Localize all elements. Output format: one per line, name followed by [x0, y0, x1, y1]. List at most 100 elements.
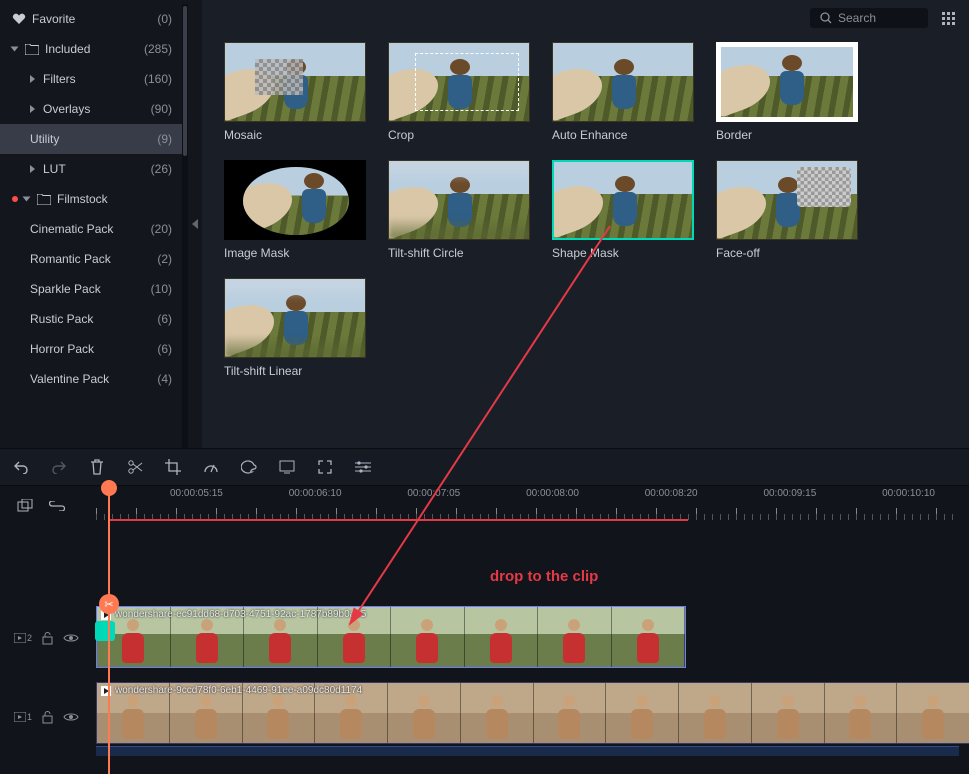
sidebar: Favorite (0) Included (285) Filters [0, 0, 188, 448]
sidebar-label: Filters [43, 72, 76, 86]
sidebar-item-favorite[interactable]: Favorite (0) [0, 4, 182, 34]
sidebar-scrollbar[interactable] [182, 4, 188, 448]
sidebar-item-pack[interactable]: Horror Pack (6) [0, 334, 182, 364]
sidebar-label: Sparkle Pack [30, 282, 101, 296]
sidebar-item-pack[interactable]: Romantic Pack (2) [0, 244, 182, 274]
gallery-item-mosaic[interactable]: Mosaic [224, 42, 366, 142]
gallery-label: Face-off [716, 246, 858, 260]
ruler-label: 00:00:08:00 [526, 488, 579, 499]
gallery-item-tilt-circle[interactable]: Tilt-shift Circle [388, 160, 530, 260]
add-marker-button[interactable] [16, 497, 34, 515]
timeline-ruler[interactable]: 00:00:05:15 00:00:06:10 00:00:07:05 00:0… [96, 486, 969, 526]
gallery-item-border[interactable]: Border [716, 42, 858, 142]
sidebar-item-lut[interactable]: LUT (26) [0, 154, 182, 184]
undo-icon [13, 460, 29, 474]
gallery-item-shape-mask[interactable]: Shape Mask [552, 160, 694, 260]
ruler-label: 00:00:09:15 [763, 488, 816, 499]
speed-button[interactable] [202, 458, 220, 476]
eye-icon[interactable] [63, 712, 79, 722]
gallery-item-tilt-linear[interactable]: Tilt-shift Linear [224, 278, 366, 378]
color-button[interactable] [240, 458, 258, 476]
playhead-knob[interactable] [101, 480, 117, 496]
gallery-thumb[interactable] [224, 42, 366, 122]
adjust-button[interactable] [354, 458, 372, 476]
sidebar-label: Horror Pack [30, 342, 94, 356]
playhead[interactable]: ✂ [108, 486, 110, 774]
search-icon [820, 12, 832, 24]
track-video-icon: 2 [14, 633, 32, 643]
folder-icon [37, 194, 51, 205]
sidebar-label: Cinematic Pack [30, 222, 113, 236]
sidebar-item-overlays[interactable]: Overlays (90) [0, 94, 182, 124]
track-header-2: 2 [0, 632, 96, 645]
gallery-thumb[interactable] [552, 42, 694, 122]
undo-button[interactable] [12, 458, 30, 476]
sidebar-item-filmstock[interactable]: Filmstock [0, 184, 182, 214]
chevron-left-icon [192, 219, 198, 229]
gallery-thumb[interactable] [716, 42, 858, 122]
sidebar-label: Included [45, 42, 90, 56]
track-id: 2 [27, 633, 32, 643]
sidebar-label: Romantic Pack [30, 252, 111, 266]
sidebar-count: (4) [157, 372, 172, 386]
gallery-thumb[interactable] [552, 160, 694, 240]
sidebar-item-included[interactable]: Included (285) [0, 34, 182, 64]
sidebar-count: (285) [144, 42, 172, 56]
gallery-item-image-mask[interactable]: Image Mask [224, 160, 366, 260]
sidebar-count: (9) [157, 132, 172, 146]
eye-icon[interactable] [63, 633, 79, 643]
gallery-label: Crop [388, 128, 530, 142]
gallery-thumb[interactable] [224, 160, 366, 240]
timeline-toolbar [0, 448, 969, 486]
track-header-1: 1 [0, 711, 96, 724]
playhead-scissors-icon[interactable]: ✂ [99, 594, 119, 614]
sidebar-item-utility[interactable]: Utility (9) [0, 124, 182, 154]
gallery-thumb[interactable] [224, 278, 366, 358]
sidebar-count: (2) [157, 252, 172, 266]
sidebar-item-pack[interactable]: Valentine Pack (4) [0, 364, 182, 394]
gallery-thumb[interactable] [388, 160, 530, 240]
gauge-icon [203, 460, 219, 474]
delete-button[interactable] [88, 458, 106, 476]
sidebar-label: Utility [30, 132, 59, 146]
timeline-clip-1[interactable]: wondershare-ec91dd68-d703-4751-92ac-1787… [96, 606, 686, 668]
ruler-label: 00:00:07:05 [407, 488, 460, 499]
gallery-item-crop[interactable]: Crop [388, 42, 530, 142]
sidebar-item-pack[interactable]: Rustic Pack (6) [0, 304, 182, 334]
caret-down-icon [23, 197, 31, 202]
redo-button[interactable] [50, 458, 68, 476]
timeline-clip-2[interactable]: wondershare-9ccd78f0-6eb1-4469-91ee-a09d… [96, 682, 969, 744]
clip-name: wondershare-ec91dd68-d703-4751-92ac-1787… [115, 609, 366, 620]
sidebar-label: Valentine Pack [30, 372, 109, 386]
gallery-item-auto-enhance[interactable]: Auto Enhance [552, 42, 694, 142]
crop-button[interactable] [164, 458, 182, 476]
link-button[interactable] [48, 497, 66, 515]
gallery-thumb[interactable] [388, 42, 530, 122]
scissors-icon [127, 459, 143, 475]
sidebar-count: (160) [144, 72, 172, 86]
trash-icon [90, 459, 104, 475]
screen-icon [279, 460, 295, 474]
grid-view-icon[interactable] [942, 12, 955, 25]
green-screen-button[interactable] [278, 458, 296, 476]
sidebar-label: Overlays [43, 102, 90, 116]
sidebar-item-pack[interactable]: Sparkle Pack (10) [0, 274, 182, 304]
gallery-label: Auto Enhance [552, 128, 694, 142]
track-underline [96, 746, 959, 756]
search-input[interactable]: Search [810, 8, 928, 28]
sidebar-count: (0) [157, 12, 172, 26]
crop-zoom-button[interactable] [316, 458, 334, 476]
folder-icon [25, 44, 39, 55]
gallery-item-face-off[interactable]: Face-off [716, 160, 858, 260]
gallery-label: Mosaic [224, 128, 366, 142]
sidebar-item-pack[interactable]: Cinematic Pack (20) [0, 214, 182, 244]
sidebar-item-filters[interactable]: Filters (160) [0, 64, 182, 94]
gallery-thumb[interactable] [716, 160, 858, 240]
ruler-label: 00:00:10:10 [882, 488, 935, 499]
sidebar-count: (20) [151, 222, 172, 236]
split-button[interactable] [126, 458, 144, 476]
lock-icon[interactable] [42, 711, 53, 724]
sidebar-collapse-handle[interactable] [188, 0, 202, 448]
lock-icon[interactable] [42, 632, 53, 645]
gallery-label: Image Mask [224, 246, 366, 260]
